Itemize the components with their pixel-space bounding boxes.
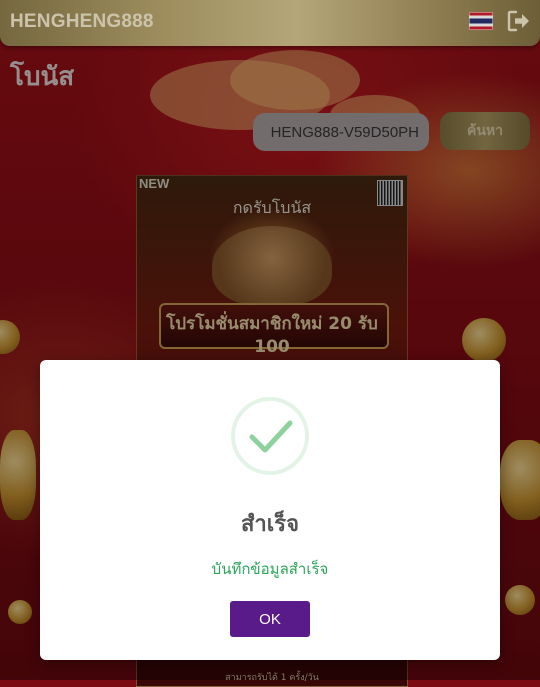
top-header: HENGHENG888 [0,0,540,46]
success-dialog: สำเร็จ บันทึกข้อมูลสำเร็จ OK [40,360,500,660]
thailand-flag-icon[interactable] [469,12,493,30]
ok-button[interactable]: OK [230,601,310,637]
dialog-title: สำเร็จ [240,512,299,537]
brand-logo[interactable]: HENGHENG888 [10,11,154,33]
success-check-icon [230,396,310,476]
logout-icon[interactable] [507,10,531,32]
dialog-message: บันทึกข้อมูลสำเร็จ [211,560,329,578]
